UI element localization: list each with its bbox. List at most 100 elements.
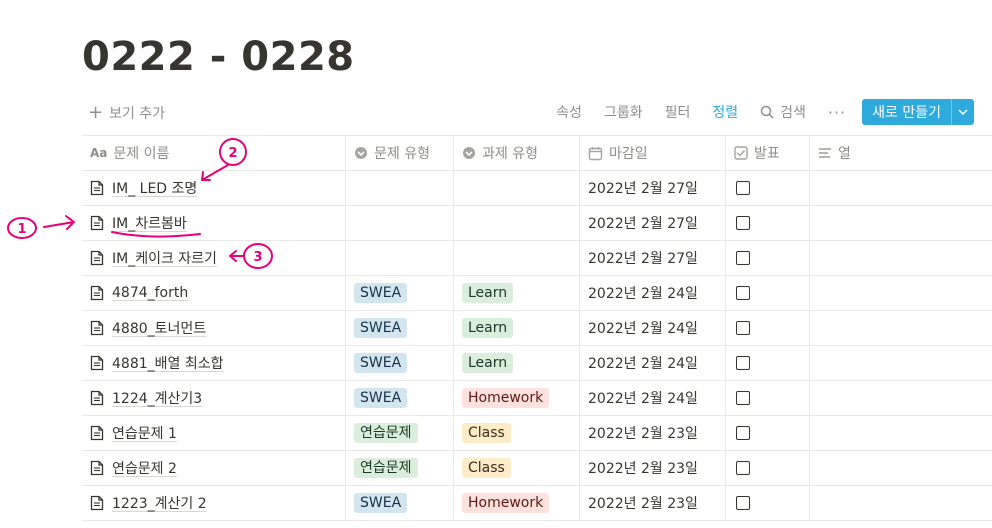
problem-type-cell[interactable] [346,171,454,205]
table-row[interactable]: IM_ LED 조명 2022년 2월 27일 [82,171,992,206]
due-date-cell[interactable]: 2022년 2월 27일 [580,241,726,275]
name-cell[interactable]: 4874_forth [82,276,346,310]
task-type-cell[interactable] [454,241,580,275]
column-header-due-date[interactable]: 마감일 [580,136,726,170]
task-type-cell[interactable]: Homework [454,381,580,415]
task-type-cell[interactable]: Homework [454,486,580,520]
checkbox-property-icon [734,146,748,160]
column-header-problem-type[interactable]: 문제 유형 [346,136,454,170]
col-cell[interactable] [810,416,992,450]
col-cell[interactable] [810,486,992,520]
column-header-presentation[interactable]: 발표 [726,136,810,170]
due-date-cell[interactable]: 2022년 2월 23일 [580,451,726,485]
col-cell[interactable] [810,451,992,485]
name-cell[interactable]: 연습문제 2 [82,451,346,485]
due-date-cell[interactable]: 2022년 2월 23일 [580,416,726,450]
problem-type-cell[interactable]: 연습문제 [346,416,454,450]
row-title[interactable]: 4874_forth [112,285,188,301]
presentation-checkbox[interactable] [736,461,750,475]
group-button[interactable]: 그룹화 [604,102,643,122]
problem-type-cell[interactable]: SWEA [346,381,454,415]
col-cell[interactable] [810,346,992,380]
task-type-cell[interactable] [454,171,580,205]
new-button[interactable]: 새로 만들기 [862,99,974,125]
task-type-cell[interactable]: Learn [454,346,580,380]
name-cell[interactable]: 4880_토너먼트 [82,311,346,345]
row-title[interactable]: 4880_토너먼트 [112,318,206,338]
table-row[interactable]: IM_차르봄바 2022년 2월 27일 [82,206,992,241]
name-cell[interactable]: 1224_계산기3 [82,381,346,415]
row-title[interactable]: 1223_계산기 2 [112,493,207,513]
name-cell[interactable]: IM_차르봄바 [82,206,346,240]
sort-button[interactable]: 정렬 [712,102,738,122]
row-title[interactable]: IM_케이크 자르기 [112,248,217,268]
problem-type-cell[interactable] [346,206,454,240]
table-row[interactable]: 연습문제 2 연습문제 Class 2022년 2월 23일 [82,451,992,486]
name-cell[interactable]: 4881_배열 최소합 [82,346,346,380]
table-row[interactable]: 4874_forth SWEA Learn 2022년 2월 24일 [82,276,992,311]
table-row[interactable]: 1224_계산기3 SWEA Homework 2022년 2월 24일 [82,381,992,416]
add-view-button[interactable]: + 보기 추가 [88,103,165,123]
presentation-checkbox[interactable] [736,216,750,230]
name-cell[interactable]: IM_ LED 조명 [82,171,346,205]
row-title[interactable]: 연습문제 2 [112,458,177,478]
task-type-cell[interactable]: Learn [454,311,580,345]
task-type-cell[interactable]: Class [454,451,580,485]
row-title[interactable]: IM_ LED 조명 [112,178,197,198]
problem-type-cell[interactable]: SWEA [346,486,454,520]
problem-type-cell[interactable]: SWEA [346,276,454,310]
name-cell[interactable]: 1223_계산기 2 [82,486,346,520]
new-button-dropdown[interactable] [951,99,974,125]
problem-type-cell[interactable]: SWEA [346,311,454,345]
presentation-cell [726,206,810,240]
filter-button[interactable]: 필터 [665,102,691,122]
column-header-name[interactable]: Aa 문제 이름 [82,136,346,170]
presentation-checkbox[interactable] [736,321,750,335]
task-type-cell-tag: Learn [462,318,514,338]
table-row[interactable]: 4881_배열 최소합 SWEA Learn 2022년 2월 24일 [82,346,992,381]
table-row[interactable]: IM_케이크 자르기 2022년 2월 27일 [82,241,992,276]
presentation-checkbox[interactable] [736,286,750,300]
presentation-checkbox[interactable] [736,356,750,370]
column-header-col[interactable]: 열 [810,136,992,170]
column-header-task-type[interactable]: 과제 유형 [454,136,580,170]
col-cell[interactable] [810,381,992,415]
row-title[interactable]: 연습문제 1 [112,423,177,443]
presentation-checkbox[interactable] [736,426,750,440]
col-cell[interactable] [810,311,992,345]
search-button[interactable]: 검색 [760,102,806,122]
problem-type-cell[interactable]: SWEA [346,346,454,380]
col-cell[interactable] [810,171,992,205]
presentation-checkbox[interactable] [736,391,750,405]
properties-button[interactable]: 속성 [556,102,582,122]
name-cell[interactable]: IM_케이크 자르기 [82,241,346,275]
due-date-text: 2022년 2월 23일 [588,461,698,477]
task-type-cell[interactable]: Learn [454,276,580,310]
presentation-checkbox[interactable] [736,251,750,265]
row-title[interactable]: 4881_배열 최소합 [112,353,223,373]
table-row[interactable]: 연습문제 1 연습문제 Class 2022년 2월 23일 [82,416,992,451]
presentation-checkbox[interactable] [736,181,750,195]
row-title[interactable]: IM_차르봄바 [112,213,187,233]
due-date-cell[interactable]: 2022년 2월 24일 [580,311,726,345]
row-title[interactable]: 1224_계산기3 [112,388,202,408]
problem-type-cell[interactable]: 연습문제 [346,451,454,485]
due-date-cell[interactable]: 2022년 2월 27일 [580,206,726,240]
due-date-cell[interactable]: 2022년 2월 24일 [580,276,726,310]
new-button-label[interactable]: 새로 만들기 [862,99,951,125]
col-cell[interactable] [810,206,992,240]
more-options-icon[interactable]: ··· [828,103,846,122]
table-row[interactable]: 1223_계산기 2 SWEA Homework 2022년 2월 23일 [82,486,992,521]
table-row[interactable]: 4880_토너먼트 SWEA Learn 2022년 2월 24일 [82,311,992,346]
due-date-cell[interactable]: 2022년 2월 23일 [580,486,726,520]
name-cell[interactable]: 연습문제 1 [82,416,346,450]
task-type-cell[interactable] [454,206,580,240]
col-cell[interactable] [810,276,992,310]
due-date-cell[interactable]: 2022년 2월 24일 [580,381,726,415]
due-date-cell[interactable]: 2022년 2월 24일 [580,346,726,380]
due-date-cell[interactable]: 2022년 2월 27일 [580,171,726,205]
task-type-cell[interactable]: Class [454,416,580,450]
presentation-checkbox[interactable] [736,496,750,510]
problem-type-cell[interactable] [346,241,454,275]
col-cell[interactable] [810,241,992,275]
